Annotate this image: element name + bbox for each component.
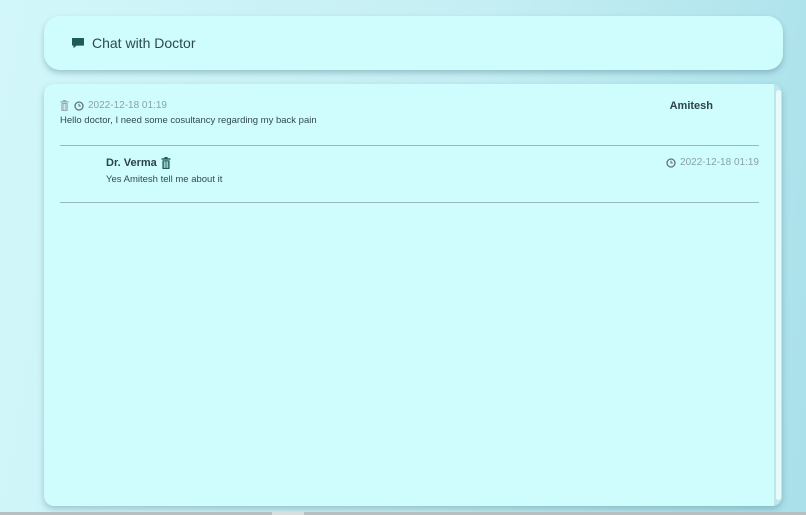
chat-panel[interactable]: 2022-12-18 01:19 Hello doctor, I need so… xyxy=(44,84,782,506)
message-received: Dr. Verma Yes Amitesh tell me about it 2… xyxy=(60,155,759,203)
message-sent: 2022-12-18 01:19 Hello doctor, I need so… xyxy=(60,100,759,146)
message-timestamp: 2022-12-18 01:19 xyxy=(680,157,759,168)
chat-header: Chat with Doctor xyxy=(44,16,783,70)
sender-name: Dr. Verma xyxy=(106,157,157,169)
clock-icon xyxy=(666,157,676,168)
scrollbar[interactable] xyxy=(774,84,782,506)
delete-icon[interactable] xyxy=(161,157,171,169)
page-title: Chat with Doctor xyxy=(92,35,196,51)
message-timestamp: 2022-12-18 01:19 xyxy=(88,100,167,111)
sender-name: Amitesh xyxy=(669,100,713,112)
delete-icon[interactable] xyxy=(60,100,69,111)
message-text: Hello doctor, I need some cosultancy reg… xyxy=(60,115,317,126)
scrollbar-thumb[interactable] xyxy=(776,90,781,500)
message-text: Yes Amitesh tell me about it xyxy=(106,174,223,185)
clock-icon xyxy=(74,100,84,111)
chat-bubble-icon xyxy=(71,36,85,50)
